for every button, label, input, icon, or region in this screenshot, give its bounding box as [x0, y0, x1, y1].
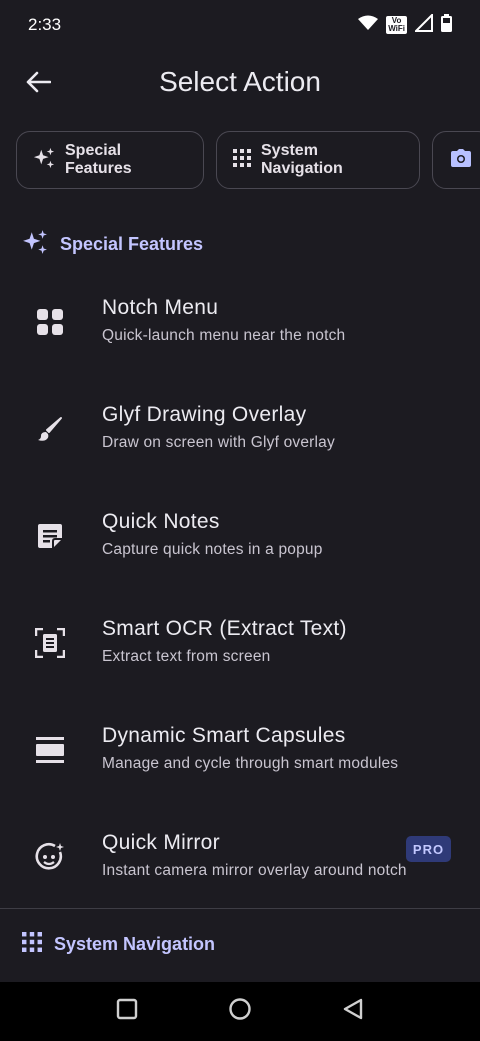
category-chips: Special Features System Navigation	[16, 131, 480, 189]
chip-special-features[interactable]: Special Features	[16, 131, 204, 189]
system-nav-bar	[0, 982, 480, 1041]
item-title: Quick Notes	[102, 510, 220, 533]
view-agenda-icon	[34, 734, 66, 766]
pro-badge: PRO	[406, 836, 451, 862]
vowifi-icon: Vo WiFi	[386, 16, 407, 34]
action-list: Notch Menu Quick-launch menu near the no…	[0, 270, 480, 912]
chip-label: System Navigation	[261, 142, 343, 177]
chip-camera[interactable]	[432, 131, 480, 189]
list-item-quick-mirror[interactable]: Quick Mirror Instant camera mirror overl…	[0, 805, 480, 912]
face-sparkle-icon	[34, 841, 66, 873]
item-title: Glyf Drawing Overlay	[102, 403, 307, 426]
section-header-system-navigation: System Navigation	[22, 930, 215, 958]
section-divider	[0, 908, 480, 909]
grid-icon	[22, 931, 42, 957]
section-header-special-features: Special Features	[22, 229, 204, 260]
section-title: System Navigation	[54, 933, 216, 954]
item-title: Smart OCR (Extract Text)	[102, 617, 347, 640]
chip-system-navigation[interactable]: System Navigation	[216, 131, 420, 189]
brush-icon	[34, 413, 66, 445]
sparkle-icon	[33, 147, 55, 174]
list-item-dynamic-smart-capsules[interactable]: Dynamic Smart Capsules Manage and cycle …	[0, 698, 480, 805]
section-title: Special Features	[60, 233, 204, 254]
list-item-notch-menu[interactable]: Notch Menu Quick-launch menu near the no…	[0, 270, 480, 377]
home-button[interactable]	[228, 997, 252, 1026]
chip-label: Special Features	[65, 142, 132, 177]
square-icon	[116, 998, 138, 1020]
grid-icon	[233, 148, 251, 172]
item-subtitle: Extract text from screen	[102, 648, 271, 665]
item-subtitle: Quick-launch menu near the notch	[102, 327, 346, 344]
list-item-quick-notes[interactable]: Quick Notes Capture quick notes in a pop…	[0, 484, 480, 591]
item-subtitle: Draw on screen with Glyf overlay	[102, 434, 335, 451]
recents-button[interactable]	[116, 998, 138, 1025]
signal-icon	[413, 12, 433, 37]
document-scanner-icon	[34, 627, 66, 659]
list-item-glyf-drawing-overlay[interactable]: Glyf Drawing Overlay Draw on screen with…	[0, 377, 480, 484]
page-title: Select Action	[159, 66, 321, 97]
item-title: Dynamic Smart Capsules	[102, 724, 346, 747]
wifi-icon	[358, 15, 379, 36]
circle-icon	[229, 998, 251, 1020]
status-time: 2:33	[28, 15, 62, 34]
app-bar: Select Action	[0, 54, 480, 110]
item-subtitle: Capture quick notes in a popup	[102, 541, 323, 558]
sticky-note-icon	[34, 520, 66, 552]
list-item-smart-ocr[interactable]: Smart OCR (Extract Text) Extract text fr…	[0, 591, 480, 698]
item-title: Notch Menu	[102, 296, 219, 319]
item-title: Quick Mirror	[102, 831, 220, 854]
sparkle-icon	[22, 229, 48, 260]
camera-icon	[451, 148, 471, 172]
item-subtitle: Manage and cycle through smart modules	[102, 755, 399, 772]
triangle-back-icon	[343, 998, 363, 1020]
status-bar: 2:33 Vo WiFi	[0, 0, 480, 50]
battery-icon	[441, 13, 452, 37]
item-subtitle: Instant camera mirror overlay around not…	[102, 862, 407, 879]
dashboard-icon	[34, 306, 66, 338]
status-icons: Vo WiFi	[358, 12, 452, 37]
back-nav-button[interactable]	[342, 998, 364, 1025]
